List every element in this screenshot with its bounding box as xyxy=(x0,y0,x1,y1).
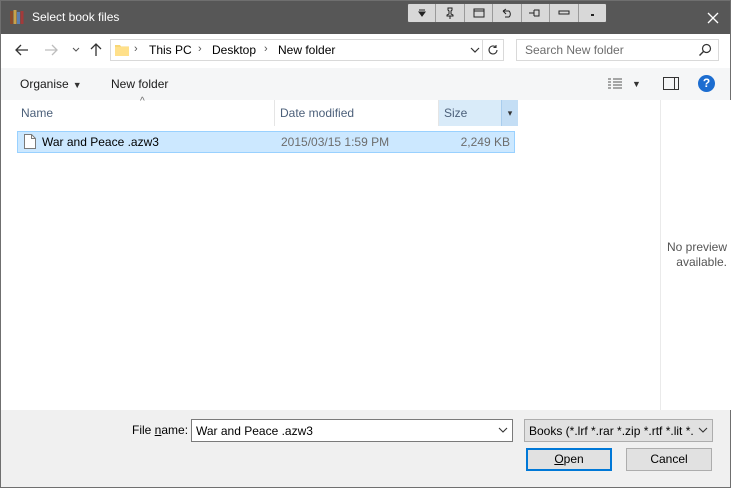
document-icon xyxy=(24,134,36,149)
dropdown-icon[interactable] xyxy=(408,4,437,22)
footer-panel: File name: Books (*.lrf *.rar *.zip *.rt… xyxy=(1,410,730,487)
view-options-caret-icon[interactable]: ▼ xyxy=(632,79,641,89)
column-date-label: Date modified xyxy=(280,106,355,120)
command-bar: Organise ▼ New folder ▼ ? xyxy=(1,68,730,100)
library-icon xyxy=(10,10,24,24)
preview-line-2: available. xyxy=(676,255,727,269)
arrow-right-icon[interactable] xyxy=(42,41,60,59)
organise-button[interactable]: Organise ▼ xyxy=(20,77,82,91)
file-name-combo xyxy=(191,419,513,442)
chevron-down-icon[interactable] xyxy=(67,41,85,59)
column-size-label: Size xyxy=(444,106,468,120)
search-input[interactable] xyxy=(517,40,695,60)
file-type-value: Books (*.lrf *.rar *.zip *.rtf *.lit *. xyxy=(529,424,694,438)
column-name[interactable]: Name xyxy=(16,100,274,126)
file-dialog: Select book files › This PC › Desktop › … xyxy=(0,0,731,488)
arrow-up-icon[interactable] xyxy=(87,41,105,59)
address-bar[interactable]: › This PC › Desktop › New folder xyxy=(110,39,504,61)
chevron-down-icon[interactable] xyxy=(469,44,481,56)
arrow-left-icon[interactable] xyxy=(13,41,31,59)
close-icon[interactable] xyxy=(702,7,724,29)
chevron-down-icon xyxy=(698,427,708,433)
undo-icon[interactable] xyxy=(493,4,522,22)
file-date: 2015/03/15 1:59 PM xyxy=(281,135,390,149)
file-size: 2,249 KB xyxy=(460,135,510,149)
help-icon[interactable]: ? xyxy=(698,75,715,92)
breadcrumb-this-pc[interactable]: This PC xyxy=(149,43,192,57)
new-folder-label: New folder xyxy=(111,77,169,91)
preview-pane-icon[interactable] xyxy=(663,77,679,90)
file-name-label: File name: xyxy=(132,423,189,437)
preview-line-1: No preview xyxy=(666,240,727,254)
folder-icon xyxy=(115,45,129,56)
details-view-icon[interactable] xyxy=(608,78,622,90)
column-filter-chevron-icon[interactable]: ▾ xyxy=(501,100,518,126)
restore-icon[interactable] xyxy=(465,4,494,22)
breadcrumb-new-folder[interactable]: New folder xyxy=(278,43,335,57)
preview-message: No preview available. xyxy=(661,240,727,270)
file-type-select[interactable]: Books (*.lrf *.rar *.zip *.rtf *.lit *. xyxy=(524,419,713,442)
file-name-input[interactable] xyxy=(192,420,491,441)
connector-icon[interactable] xyxy=(522,4,551,22)
navigation-bar: › This PC › Desktop › New folder xyxy=(1,35,730,67)
breadcrumb-desktop[interactable]: Desktop xyxy=(212,43,256,57)
open-button[interactable]: Open xyxy=(526,448,612,471)
column-headers: ^ Name Date modified Size ▾ xyxy=(16,96,659,126)
caret-down-icon: ▼ xyxy=(72,80,82,90)
file-list[interactable]: ^ Name Date modified Size ▾ War and Peac… xyxy=(16,96,659,410)
column-date-modified[interactable]: Date modified xyxy=(275,100,438,126)
file-name: War and Peace .azw3 xyxy=(42,135,159,149)
floating-toolbar xyxy=(407,3,607,23)
chevron-down-icon[interactable] xyxy=(498,425,508,435)
breadcrumb-separator: › xyxy=(134,43,138,55)
preview-pane: No preview available. xyxy=(660,100,731,410)
new-folder-button[interactable]: New folder xyxy=(111,77,168,91)
cancel-label: Cancel xyxy=(650,452,688,466)
minimize-icon[interactable] xyxy=(550,4,579,22)
breadcrumb-separator: › xyxy=(198,43,202,55)
cancel-button[interactable]: Cancel xyxy=(626,448,712,471)
search-icon[interactable] xyxy=(698,43,712,57)
pin-icon[interactable] xyxy=(436,4,465,22)
search-box xyxy=(516,39,719,61)
column-name-label: Name xyxy=(21,106,54,120)
close-small-icon[interactable] xyxy=(579,4,606,22)
breadcrumb-separator: › xyxy=(264,43,268,55)
file-row[interactable]: War and Peace .azw3 2015/03/15 1:59 PM 2… xyxy=(17,131,515,153)
refresh-icon[interactable] xyxy=(482,40,503,60)
title-bar[interactable]: Select book files xyxy=(1,1,730,34)
organise-label: Organise xyxy=(20,77,69,91)
column-size[interactable]: Size xyxy=(439,100,501,126)
window-title: Select book files xyxy=(32,10,120,24)
